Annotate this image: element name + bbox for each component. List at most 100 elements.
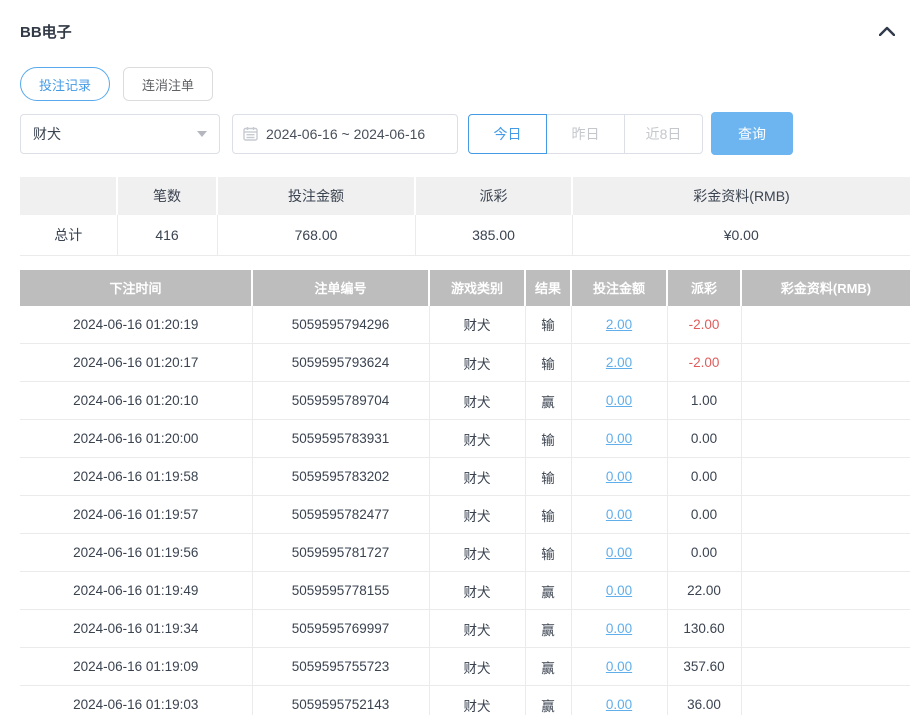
cell-bonus	[741, 610, 910, 648]
tab-cancelled-bets[interactable]: 连消注单	[123, 67, 213, 101]
summary-table-header-row: 笔数投注金额派彩彩金资料(RMB)	[20, 177, 910, 215]
cell-game-type: 财犬	[429, 572, 525, 610]
quick-date-buttons: 今日 昨日 近8日	[468, 114, 703, 154]
column-header: 结果	[525, 270, 571, 306]
cell-bet-amount: 768.00	[217, 215, 415, 255]
table-row: 2024-06-16 01:19:495059595778155财犬赢0.002…	[20, 572, 910, 610]
bet-amount-link[interactable]: 0.00	[606, 393, 632, 408]
cell-bet-amount: 0.00	[571, 648, 667, 686]
table-row: 2024-06-16 01:19:585059595783202财犬输0.000…	[20, 458, 910, 496]
cell-payout: 385.00	[415, 215, 572, 255]
cell-bet-time: 2024-06-16 01:19:49	[20, 572, 252, 610]
cell-payout: 36.00	[667, 686, 741, 715]
page-title: BB电子	[20, 21, 72, 42]
column-header: 注单编号	[252, 270, 429, 306]
table-row: 2024-06-16 01:20:105059595789704财犬赢0.001…	[20, 382, 910, 420]
panel-header: BB电子	[20, 20, 912, 42]
cell-result: 赢	[525, 610, 571, 648]
column-header: 彩金资料(RMB)	[572, 177, 910, 215]
cell-bet-amount: 0.00	[571, 610, 667, 648]
cell-bet-number: 5059595794296	[252, 306, 429, 344]
bet-amount-link[interactable]: 0.00	[606, 697, 632, 712]
column-header: 派彩	[667, 270, 741, 306]
table-row: 2024-06-16 01:19:035059595752143财犬赢0.003…	[20, 686, 910, 715]
cell-bet-time: 2024-06-16 01:20:00	[20, 420, 252, 458]
cell-bet-number: 5059595752143	[252, 686, 429, 715]
tab-bet-records[interactable]: 投注记录	[20, 67, 110, 101]
game-select[interactable]: 财犬	[20, 114, 220, 154]
cell-bet-number: 5059595781727	[252, 534, 429, 572]
bet-amount-link[interactable]: 0.00	[606, 545, 632, 560]
bet-amount-link[interactable]: 0.00	[606, 621, 632, 636]
cell-bet-time: 2024-06-16 01:19:58	[20, 458, 252, 496]
cell-bonus	[741, 458, 910, 496]
today-button[interactable]: 今日	[468, 114, 547, 154]
cell-bet-amount: 0.00	[571, 420, 667, 458]
collapse-button[interactable]	[876, 20, 898, 42]
cell-bonus	[741, 648, 910, 686]
cell-game-type: 财犬	[429, 344, 525, 382]
cell-payout: 0.00	[667, 534, 741, 572]
cell-game-type: 财犬	[429, 610, 525, 648]
date-range-value: 2024-06-16 ~ 2024-06-16	[266, 126, 425, 142]
cell-payout: 0.00	[667, 458, 741, 496]
cell-bonus	[741, 572, 910, 610]
cell-game-type: 财犬	[429, 686, 525, 715]
cell-bonus	[741, 534, 910, 572]
cell-bonus	[741, 496, 910, 534]
bet-amount-link[interactable]: 2.00	[606, 317, 632, 332]
records-table-header-row: 下注时间注单编号游戏类别结果投注金额派彩彩金资料(RMB)	[20, 270, 910, 306]
cell-bet-time: 2024-06-16 01:20:10	[20, 382, 252, 420]
cell-payout: 357.60	[667, 648, 741, 686]
cell-bet-time: 2024-06-16 01:19:34	[20, 610, 252, 648]
last-8-days-button[interactable]: 近8日	[624, 114, 703, 154]
cell-bet-number: 5059595789704	[252, 382, 429, 420]
column-header: 投注金额	[571, 270, 667, 306]
table-row: 2024-06-16 01:20:195059595794296财犬输2.00-…	[20, 306, 910, 344]
cell-game-type: 财犬	[429, 458, 525, 496]
cell-bet-number: 5059595769997	[252, 610, 429, 648]
cell-bet-time: 2024-06-16 01:19:03	[20, 686, 252, 715]
cell-bet-number: 5059595755723	[252, 648, 429, 686]
bet-amount-link[interactable]: 0.00	[606, 431, 632, 446]
search-button[interactable]: 查询	[711, 112, 793, 155]
column-header: 投注金额	[217, 177, 415, 215]
cell-payout: 0.00	[667, 420, 741, 458]
cell-game-type: 财犬	[429, 648, 525, 686]
cell-game-type: 财犬	[429, 306, 525, 344]
table-row: 2024-06-16 01:19:095059595755723财犬赢 0.00 3…	[20, 648, 910, 686]
yesterday-button[interactable]: 昨日	[546, 114, 625, 154]
cell-result: 输	[525, 458, 571, 496]
cell-bet-time: 2024-06-16 01:19:09	[20, 648, 252, 686]
table-row: 2024-06-16 01:20:005059595783931财犬输0.000…	[20, 420, 910, 458]
bet-amount-link[interactable]: 0.00	[606, 659, 632, 674]
bet-amount-link[interactable]: 0.00	[606, 507, 632, 522]
cell-result: 输	[525, 496, 571, 534]
bet-amount-link[interactable]: 0.00	[606, 469, 632, 484]
cell-bet-number: 5059595778155	[252, 572, 429, 610]
table-row: 2024-06-16 01:19:575059595782477财犬输0.000…	[20, 496, 910, 534]
cell-bet-number: 5059595782477	[252, 496, 429, 534]
game-select-value: 财犬	[33, 124, 197, 144]
cell-game-type: 财犬	[429, 496, 525, 534]
cell-bet-amount: 2.00	[571, 306, 667, 344]
bet-amount-link[interactable]: 0.00	[606, 583, 632, 598]
date-range-input[interactable]: 2024-06-16 ~ 2024-06-16	[232, 114, 458, 154]
column-header: 游戏类别	[429, 270, 525, 306]
cell-result: 输	[525, 306, 571, 344]
column-header	[20, 177, 117, 215]
cell-bonus	[741, 686, 910, 715]
cell-bet-time: 2024-06-16 01:20:17	[20, 344, 252, 382]
cell-label: 总计	[20, 215, 117, 255]
cell-payout: 1.00	[667, 382, 741, 420]
cell-payout: 130.60	[667, 610, 741, 648]
cell-bet-amount: 0.00	[571, 686, 667, 715]
cell-bet-amount: 2.00	[571, 344, 667, 382]
cell-bet-number: 5059595783931	[252, 420, 429, 458]
bet-amount-link[interactable]: 2.00	[606, 355, 632, 370]
cell-bonus	[741, 382, 910, 420]
cell-result: 赢	[525, 648, 571, 686]
bet-records-table: 下注时间注单编号游戏类别结果投注金额派彩彩金资料(RMB) 2024-06-16…	[20, 270, 910, 715]
summary-row: 总计416768.00385.00¥0.00	[20, 215, 910, 255]
cell-payout: -2.00	[667, 344, 741, 382]
